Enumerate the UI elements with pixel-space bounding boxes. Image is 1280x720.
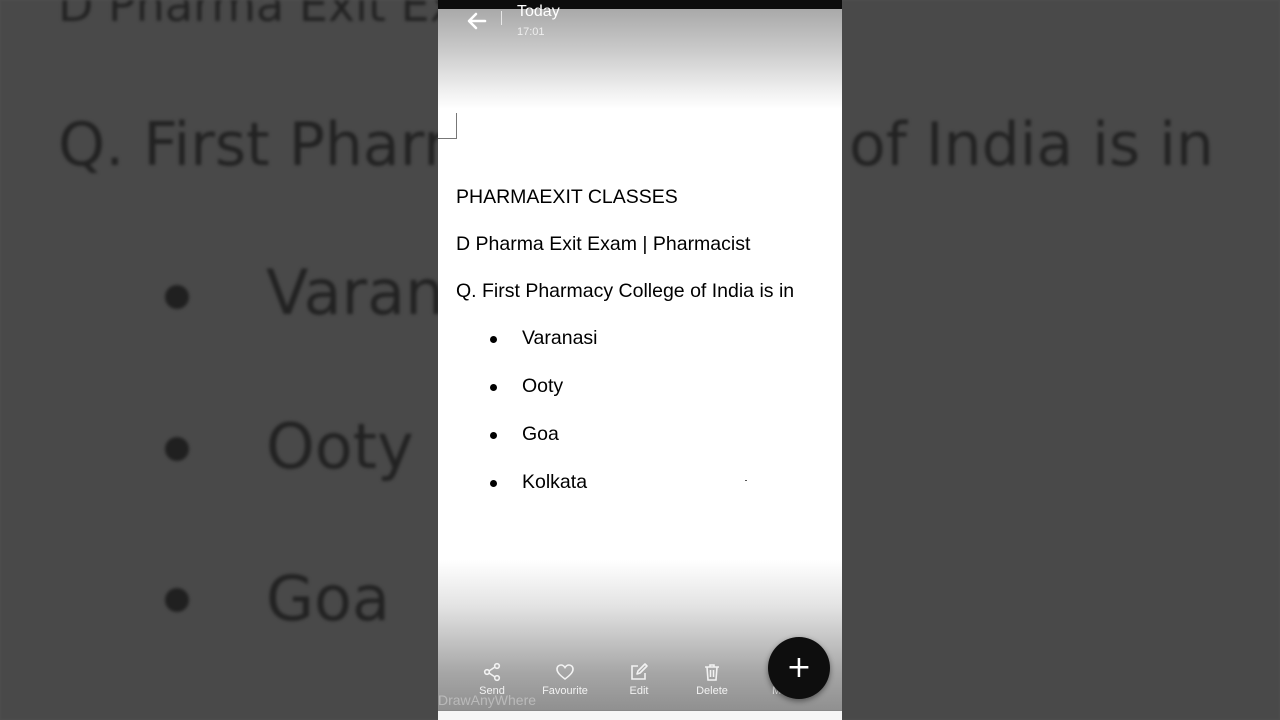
- back-arrow-icon: [467, 12, 487, 30]
- note-heading: PHARMAEXIT CLASSES: [456, 186, 678, 208]
- delete-button[interactable]: Delete: [675, 662, 749, 697]
- note-date-title: Today: [517, 3, 560, 20]
- favourite-button[interactable]: Favourite: [528, 662, 602, 697]
- add-note-button[interactable]: +: [768, 637, 830, 699]
- trash-icon: [705, 664, 719, 681]
- note-content[interactable]: PHARMAEXIT CLASSES D Pharma Exit Exam | …: [456, 184, 836, 517]
- send-button[interactable]: Send: [455, 662, 529, 697]
- note-time: 17:01: [517, 26, 545, 38]
- bullet-icon: [490, 384, 497, 391]
- bullet-icon: [490, 432, 497, 439]
- note-subtitle: D Pharma Exit Exam | Pharmacist: [456, 233, 751, 255]
- option-item: Ooty: [456, 373, 836, 421]
- option-item: Kolkata: [456, 469, 836, 517]
- option-label: Goa: [522, 423, 559, 445]
- option-item: Varanasi: [456, 325, 836, 373]
- option-label: Kolkata: [522, 471, 588, 493]
- text-cursor-corner: [438, 113, 457, 139]
- bottom-edge: [438, 710, 842, 720]
- favourite-label: Favourite: [542, 685, 588, 697]
- option-label: Ooty: [522, 375, 564, 397]
- option-item: Goa: [456, 421, 836, 469]
- stray-mark: [745, 480, 747, 481]
- plus-icon: +: [786, 650, 812, 685]
- bullet-icon: [490, 336, 497, 343]
- edit-button[interactable]: Edit: [602, 662, 676, 697]
- heart-icon: [556, 664, 574, 681]
- bullet-icon: [490, 480, 497, 487]
- delete-label: Delete: [696, 685, 728, 697]
- top-app-bar: Today 17:01: [438, 3, 842, 109]
- divider: [501, 11, 502, 25]
- edit-icon: [631, 663, 648, 680]
- edit-label: Edit: [629, 685, 649, 697]
- option-label: Varanasi: [522, 327, 598, 349]
- share-icon: [483, 662, 501, 682]
- note-question: Q. First Pharmacy College of India is in: [456, 280, 795, 302]
- back-button[interactable]: [465, 9, 489, 33]
- note-viewer: Today 17:01 PHARMAEXIT CLASSES D Pharma …: [438, 0, 842, 720]
- send-label: Send: [479, 685, 505, 697]
- status-bar: [438, 0, 842, 9]
